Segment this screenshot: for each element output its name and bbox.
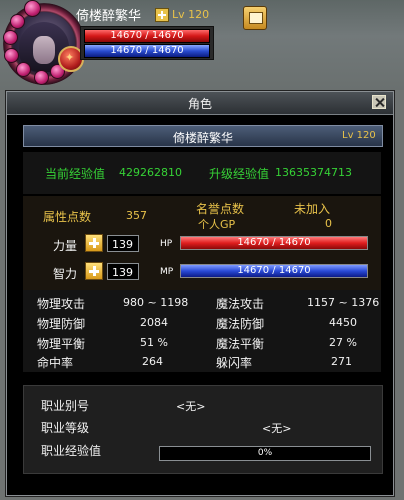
mag-bal-value: 27 % bbox=[329, 336, 357, 349]
hud-hp-bar: 14670 / 14670 bbox=[84, 29, 210, 43]
hud-bars-frame: 14670 / 14670 14670 / 14670 bbox=[80, 26, 214, 60]
close-icon[interactable] bbox=[372, 95, 386, 109]
mp-label: MP bbox=[160, 267, 174, 277]
phys-def-value: 2084 bbox=[140, 316, 168, 329]
character-name: 倚楼醉繁华 bbox=[172, 131, 233, 145]
plus-icon[interactable] bbox=[155, 8, 169, 22]
strength-value: 139 bbox=[107, 235, 139, 252]
dodge-rate-label: 躲闪率 bbox=[216, 356, 253, 370]
mag-atk-value: 1157 ~ 1376 bbox=[307, 296, 380, 309]
mag-bal-label: 魔法平衡 bbox=[216, 337, 265, 351]
buff-orb-icon[interactable] bbox=[16, 62, 31, 77]
hit-rate-label: 命中率 bbox=[37, 356, 74, 370]
attribute-section: 属性点数 357 名誉点数 未加入 个人GP 0 力量 139 HP 14670… bbox=[23, 196, 381, 290]
strength-label: 力量 bbox=[53, 239, 78, 253]
dodge-rate-value: 271 bbox=[331, 355, 352, 368]
hud-character-name: 倚楼醉繁华 bbox=[76, 9, 142, 24]
hp-label: HP bbox=[160, 239, 173, 249]
job-level-label: 职业等级 bbox=[41, 421, 90, 435]
job-level-value: <无> bbox=[262, 422, 292, 435]
exp-section: 当前经验值 429262810 升级经验值 13635374713 bbox=[23, 152, 381, 194]
character-panel: 角色 倚楼醉繁华 Lv 120 当前经验值 429262810 升级经验值 13… bbox=[6, 91, 394, 496]
current-exp-label: 当前经验值 bbox=[45, 167, 106, 181]
phys-def-label: 物理防御 bbox=[37, 317, 86, 331]
combat-stats-section: 物理攻击 980 ~ 1198 魔法攻击 1157 ~ 1376 物理防御 20… bbox=[23, 290, 381, 372]
gp-value: 0 bbox=[325, 217, 332, 230]
buff-orb-icon[interactable] bbox=[10, 14, 25, 29]
mag-def-value: 4450 bbox=[329, 316, 357, 329]
next-exp-label: 升级经验值 bbox=[209, 167, 270, 181]
next-exp-value: 13635374713 bbox=[275, 166, 352, 179]
add-strength-button[interactable] bbox=[85, 234, 103, 252]
intellect-label: 智力 bbox=[53, 267, 78, 281]
buff-orb-icon[interactable] bbox=[24, 0, 41, 17]
job-exp-bar: 0% bbox=[159, 446, 371, 461]
intellect-value: 139 bbox=[107, 263, 139, 280]
phys-bal-label: 物理平衡 bbox=[37, 337, 86, 351]
hud-mp-bar: 14670 / 14670 bbox=[84, 44, 210, 58]
add-intellect-button[interactable] bbox=[85, 262, 103, 280]
job-exp-label: 职业经验值 bbox=[41, 444, 102, 458]
panel-title-bar[interactable]: 角色 bbox=[7, 92, 393, 115]
panel-title: 角色 bbox=[187, 97, 212, 111]
reputation-label: 名誉点数 bbox=[196, 202, 245, 216]
mp-bar: 14670 / 14670 bbox=[180, 264, 368, 278]
phys-atk-value: 980 ~ 1198 bbox=[123, 296, 189, 309]
phys-bal-value: 51 % bbox=[140, 336, 168, 349]
buff-orb-icon[interactable] bbox=[4, 48, 19, 63]
attr-points-label: 属性点数 bbox=[43, 210, 92, 224]
quest-scroll-icon[interactable] bbox=[243, 6, 267, 30]
hp-bar: 14670 / 14670 bbox=[180, 236, 368, 250]
mag-def-label: 魔法防御 bbox=[216, 317, 265, 331]
buff-orb-icon[interactable] bbox=[3, 30, 18, 45]
job-alias-value: <无> bbox=[176, 400, 206, 413]
hit-rate-value: 264 bbox=[142, 355, 163, 368]
attr-points-value: 357 bbox=[126, 209, 147, 222]
character-name-bar: 倚楼醉繁华 Lv 120 bbox=[23, 125, 383, 147]
job-alias-label: 职业别号 bbox=[41, 399, 90, 413]
buff-orb-icon[interactable] bbox=[34, 70, 49, 85]
badge-glyph: ✦ bbox=[65, 51, 75, 64]
mag-atk-label: 魔法攻击 bbox=[216, 297, 265, 311]
gp-label: 个人GP bbox=[198, 218, 236, 231]
hud-level: Lv 120 bbox=[172, 8, 210, 21]
character-level: Lv 120 bbox=[342, 130, 376, 141]
phys-atk-label: 物理攻击 bbox=[37, 297, 86, 311]
reputation-value: 未加入 bbox=[294, 202, 331, 216]
current-exp-value: 429262810 bbox=[119, 166, 182, 179]
